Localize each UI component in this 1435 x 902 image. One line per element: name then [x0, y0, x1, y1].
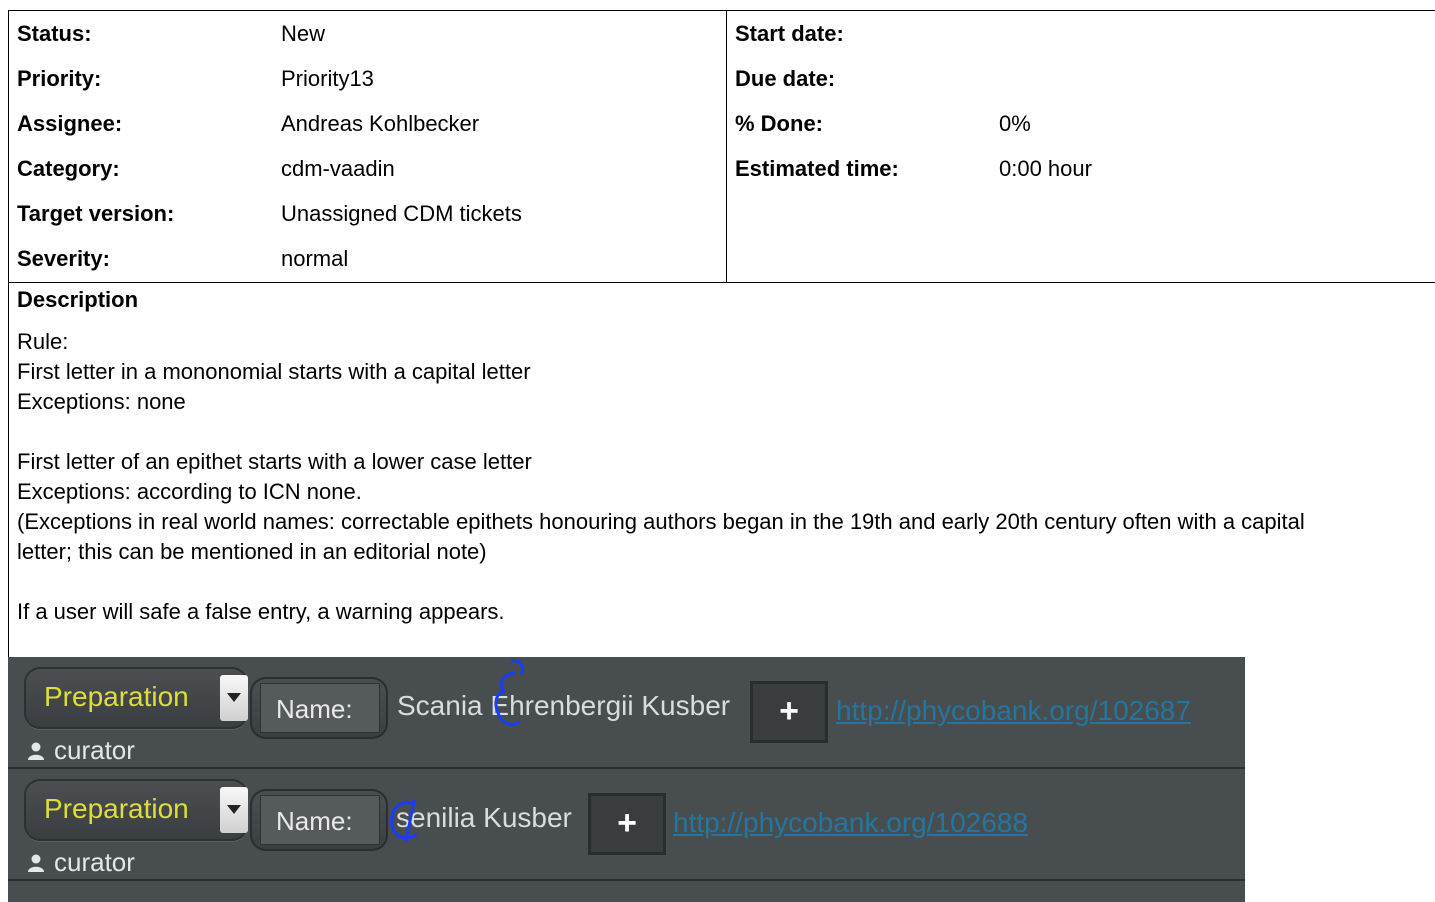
registration-row: Preparation Name: Scania Ehrenbergii Kus…: [8, 657, 1245, 769]
registration-row: Preparation Name: senilia Kusber + http:…: [8, 769, 1245, 881]
name-label-box: Name:: [250, 677, 388, 739]
attr-value: 0:00 hour: [999, 156, 1092, 181]
attr-label: Target version:: [17, 201, 175, 226]
description-line: First letter of an epithet starts with a…: [17, 449, 532, 474]
attr-label: Start date:: [735, 21, 844, 46]
curator-user: curator: [26, 847, 135, 878]
user-icon: [28, 854, 44, 872]
status-select-value: Preparation: [44, 793, 189, 824]
attributes-column-divider: [726, 10, 727, 283]
chevron-down-icon[interactable]: [220, 787, 248, 833]
attr-value: New: [281, 21, 326, 46]
attr-value: normal: [281, 246, 349, 271]
user-icon: [28, 742, 44, 760]
phycobank-link[interactable]: http://phycobank.org/102687: [836, 695, 1191, 727]
description-blank-line: [17, 417, 1427, 447]
status-select[interactable]: Preparation: [24, 667, 248, 729]
attr-value-assignee[interactable]: Andreas Kohlbecker: [281, 101, 479, 146]
status-select-value: Preparation: [44, 681, 189, 712]
description-line: If a user will safe a false entry, a war…: [17, 599, 505, 624]
description-line: Exceptions: none: [17, 389, 186, 414]
attr-label: Due date:: [735, 66, 836, 91]
curator-name: curator: [54, 847, 135, 877]
curator-user: curator: [26, 735, 135, 766]
description-line: Rule:: [17, 329, 69, 354]
add-button[interactable]: +: [750, 681, 828, 743]
attr-value: 0%: [999, 111, 1031, 136]
attr-value: cdm-vaadin: [281, 156, 395, 181]
attr-label: Estimated time:: [735, 156, 899, 181]
attr-value-target-version[interactable]: Unassigned CDM tickets: [281, 191, 522, 236]
handwritten-annotation-mark: [390, 799, 418, 843]
description-line: First letter in a mononomial starts with…: [17, 359, 531, 384]
attr-label: Priority:: [17, 66, 102, 91]
description-blank-line: [17, 567, 1427, 597]
add-button[interactable]: +: [588, 793, 666, 855]
description-line: Exceptions: according to ICN none.: [17, 479, 362, 504]
attr-label: Category:: [17, 156, 120, 181]
status-select[interactable]: Preparation: [24, 779, 248, 841]
attr-label: Assignee:: [17, 111, 123, 136]
issue-attributes-table: [8, 10, 1435, 283]
curator-name: curator: [54, 735, 135, 765]
phycobank-link[interactable]: http://phycobank.org/102688: [673, 807, 1028, 839]
description-line: letter; this can be mentioned in an edit…: [17, 539, 487, 564]
name-label: Name:: [260, 795, 380, 845]
attr-value: Priority13: [281, 66, 374, 91]
attr-label: % Done:: [735, 111, 823, 136]
description-line: (Exceptions in real world names: correct…: [17, 509, 1305, 534]
description-body: Rule: First letter in a mononomial start…: [17, 327, 1427, 627]
embedded-screenshot: Preparation Name: Scania Ehrenbergii Kus…: [8, 657, 1245, 902]
handwritten-annotation-mark: [494, 659, 524, 727]
name-label: Name:: [260, 683, 380, 733]
attr-label: Status:: [17, 21, 92, 46]
taxon-name: Scania Ehrenbergii Kusber: [397, 690, 731, 721]
chevron-down-icon[interactable]: [220, 675, 248, 721]
name-label-box: Name:: [250, 789, 388, 851]
description-title: Description: [17, 287, 139, 312]
attr-label: Severity:: [17, 246, 110, 271]
